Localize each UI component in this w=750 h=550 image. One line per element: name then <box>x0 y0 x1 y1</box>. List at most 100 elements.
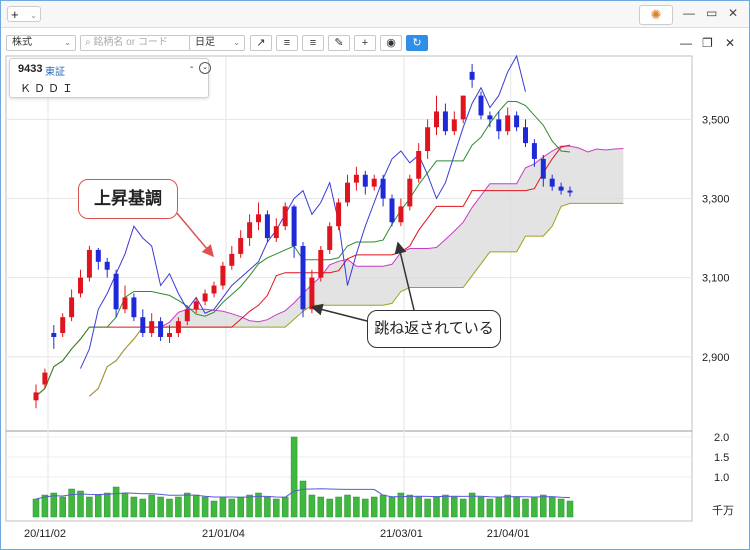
volume-bar <box>95 494 102 518</box>
candle-body <box>256 214 261 223</box>
candle-body <box>122 297 128 310</box>
volume-bar <box>166 498 173 518</box>
volume-bar <box>201 496 209 518</box>
volume-bar <box>335 496 342 518</box>
symbol-info-box: 9433 東証 - ⌄ ＫＤＤＩ <box>9 58 211 98</box>
volume-bar <box>442 494 449 518</box>
volume-bar <box>557 498 565 518</box>
collapse-dash[interactable]: - <box>190 62 193 73</box>
volume-bar <box>477 496 485 518</box>
candle-body <box>496 119 502 132</box>
volume-bar <box>175 496 182 518</box>
chevron-down-icon[interactable]: ⌄ <box>199 62 211 74</box>
volume-bar <box>379 494 387 518</box>
candle-body <box>300 245 306 310</box>
candle-body <box>327 226 333 250</box>
candle-body <box>131 297 137 318</box>
volume-bar <box>513 496 520 518</box>
candle-body <box>60 317 66 334</box>
volume-bar <box>86 496 93 518</box>
candle-body <box>282 206 288 227</box>
candle-body <box>567 190 573 193</box>
price-tick-label: 3,100 <box>702 273 730 285</box>
candle-body <box>469 71 475 80</box>
volume-bar <box>112 486 120 518</box>
volume-bar <box>50 492 58 518</box>
volume-bar <box>566 500 574 518</box>
candle-body <box>371 178 377 187</box>
volume-bar <box>281 496 289 518</box>
candle-body <box>353 174 359 183</box>
candle-body <box>140 317 146 334</box>
volume-bar <box>451 496 458 518</box>
volume-bar <box>228 498 236 518</box>
volume-bar <box>77 490 84 518</box>
candle-body <box>51 333 57 337</box>
symbol-name: ＫＤＤＩ <box>20 83 76 95</box>
volume-bar <box>370 496 378 518</box>
rebound-arrow-left <box>310 303 368 322</box>
candle-body <box>211 285 217 294</box>
volume-bar <box>388 496 396 518</box>
candle-body <box>389 198 395 223</box>
volume-bar <box>219 496 227 518</box>
candle-body <box>167 333 172 337</box>
candle-body <box>104 261 110 270</box>
volume-unit-label: 千万 <box>712 504 734 517</box>
volume-bar <box>148 494 155 518</box>
candle-body <box>220 265 226 286</box>
candle-body <box>460 95 466 120</box>
date-tick-label: 21/01/04 <box>202 528 245 540</box>
candle-body <box>362 174 368 187</box>
exchange-label: 東証 <box>45 67 65 78</box>
candle-body <box>113 273 119 310</box>
volume-bar <box>317 496 325 518</box>
volume-bar <box>548 496 556 518</box>
candle-body <box>434 111 439 128</box>
volume-bar <box>210 500 218 518</box>
volume-bar <box>273 498 280 518</box>
candle-body <box>442 111 448 132</box>
candle-body <box>514 115 520 128</box>
volume-bar <box>121 492 129 518</box>
volume-bar <box>41 494 49 518</box>
candle-body <box>158 321 164 337</box>
volume-bar <box>299 480 307 518</box>
candle-body <box>425 127 431 152</box>
volume-bar <box>459 498 467 518</box>
volume-bar <box>308 494 316 518</box>
volume-bar <box>264 496 271 518</box>
candle-body <box>318 249 324 278</box>
callout-uptrend: 上昇基調 <box>78 179 178 219</box>
volume-bar <box>362 498 369 518</box>
volume-tick-label: 2.0 <box>714 432 729 444</box>
candle-body <box>398 206 404 223</box>
volume-bar <box>246 494 253 518</box>
volume-bar <box>486 498 494 518</box>
volume-bar <box>139 498 147 518</box>
candle-body <box>238 238 244 254</box>
candle-body <box>531 143 537 159</box>
price-tick-label: 3,500 <box>702 114 730 126</box>
volume-bar <box>192 494 200 518</box>
candle-body <box>345 182 350 203</box>
date-tick-label: 20/11/02 <box>24 528 66 540</box>
symbol-code: 9433 <box>18 63 43 75</box>
candle-body <box>33 392 39 401</box>
candle-body <box>149 321 155 334</box>
date-tick-label: 21/04/01 <box>487 528 530 540</box>
candle-body <box>193 301 199 310</box>
callout-rebound: 跳ね返されている <box>367 310 501 348</box>
volume-bar <box>326 498 333 518</box>
date-tick-label: 21/03/01 <box>380 528 423 540</box>
candle-body <box>380 178 386 199</box>
volume-bar <box>237 496 244 518</box>
volume-bar <box>59 496 66 518</box>
volume-bar <box>353 496 360 518</box>
price-tick-label: 3,300 <box>702 193 730 205</box>
price-tick-label: 2,900 <box>702 352 730 364</box>
candle-body <box>229 253 235 266</box>
volume-bar <box>130 496 138 518</box>
volume-bar <box>406 494 414 518</box>
volume-bar <box>424 498 431 518</box>
